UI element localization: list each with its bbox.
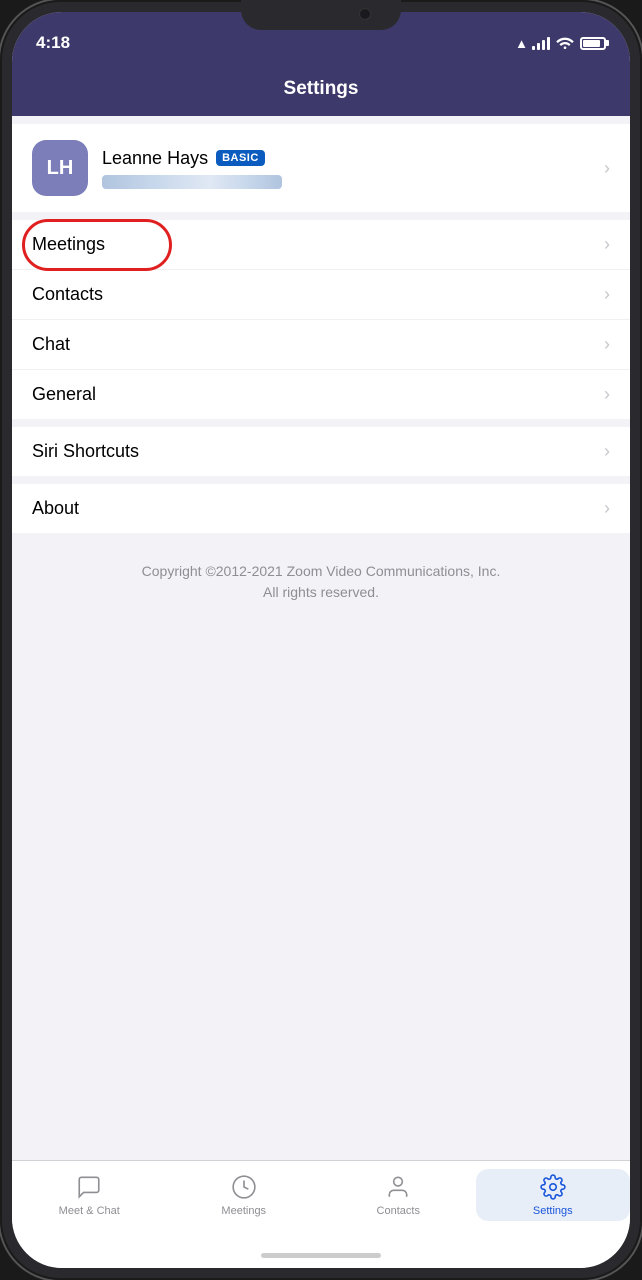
profile-email-blurred: [102, 175, 282, 189]
menu-label-chat: Chat: [32, 334, 604, 355]
screen: 4:18 ▲: [12, 12, 630, 1268]
content: LH Leanne Hays BASIC › Meetings ›: [12, 116, 630, 1160]
tab-meetings[interactable]: Meetings: [167, 1169, 322, 1221]
page-title: Settings: [284, 78, 359, 100]
siri-chevron: ›: [604, 441, 610, 462]
profile-name-row: Leanne Hays BASIC: [102, 148, 604, 169]
menu-section-1: Meetings › Contacts › Chat › General ›: [12, 220, 630, 419]
tab-settings[interactable]: Settings: [476, 1169, 631, 1221]
tab-settings-label: Settings: [533, 1205, 573, 1217]
menu-item-meetings[interactable]: Meetings ›: [12, 220, 630, 270]
tab-bar: Meet & Chat Meetings C: [12, 1160, 630, 1242]
menu-label-about: About: [32, 498, 604, 519]
menu-label-contacts: Contacts: [32, 284, 604, 305]
menu-section-3: About ›: [12, 484, 630, 533]
plan-badge: BASIC: [216, 150, 265, 166]
tab-meetings-label: Meetings: [221, 1205, 266, 1217]
about-chevron: ›: [604, 498, 610, 519]
profile-chevron: ›: [604, 158, 610, 179]
menu-item-chat[interactable]: Chat ›: [12, 320, 630, 370]
contacts-chevron: ›: [604, 284, 610, 305]
menu-label-meetings: Meetings: [32, 234, 604, 255]
battery-fill: [583, 40, 600, 47]
chat-chevron: ›: [604, 334, 610, 355]
home-indicator: [12, 1242, 630, 1268]
nav-bar: Settings: [12, 62, 630, 116]
tab-contacts-label: Contacts: [377, 1205, 420, 1217]
general-chevron: ›: [604, 384, 610, 405]
profile-section: LH Leanne Hays BASIC ›: [12, 124, 630, 212]
avatar: LH: [32, 140, 88, 196]
location-icon: ▲: [515, 36, 528, 51]
signal-bars: [532, 36, 550, 50]
menu-item-siri[interactable]: Siri Shortcuts ›: [12, 427, 630, 476]
tab-meet-chat[interactable]: Meet & Chat: [12, 1169, 167, 1221]
meetings-tab-icon: [230, 1173, 258, 1201]
menu-item-general[interactable]: General ›: [12, 370, 630, 419]
meet-chat-icon: [75, 1173, 103, 1201]
wifi-icon: [556, 35, 574, 52]
notch: [241, 0, 401, 30]
copyright-text: Copyright ©2012-2021 Zoom Video Communic…: [12, 541, 630, 623]
signal-bar-4: [547, 37, 550, 50]
menu-item-about[interactable]: About ›: [12, 484, 630, 533]
meetings-chevron: ›: [604, 234, 610, 255]
settings-tab-icon: [539, 1173, 567, 1201]
profile-name: Leanne Hays: [102, 148, 208, 169]
tab-contacts[interactable]: Contacts: [321, 1169, 476, 1221]
camera: [359, 8, 371, 20]
battery-icon: [580, 37, 606, 50]
signal-bar-2: [537, 43, 540, 50]
profile-info: Leanne Hays BASIC: [102, 148, 604, 189]
profile-row[interactable]: LH Leanne Hays BASIC ›: [12, 124, 630, 212]
status-time: 4:18: [36, 33, 515, 53]
menu-label-general: General: [32, 384, 604, 405]
signal-bar-1: [532, 46, 535, 50]
home-bar: [261, 1253, 381, 1258]
contacts-tab-icon: [384, 1173, 412, 1201]
tab-meet-chat-label: Meet & Chat: [59, 1205, 120, 1217]
signal-bar-3: [542, 40, 545, 50]
phone-frame: 4:18 ▲: [0, 0, 642, 1280]
menu-section-2: Siri Shortcuts ›: [12, 427, 630, 476]
status-icons: [532, 35, 606, 52]
menu-label-siri: Siri Shortcuts: [32, 441, 604, 462]
menu-item-contacts[interactable]: Contacts ›: [12, 270, 630, 320]
top-spacer: [12, 116, 630, 124]
